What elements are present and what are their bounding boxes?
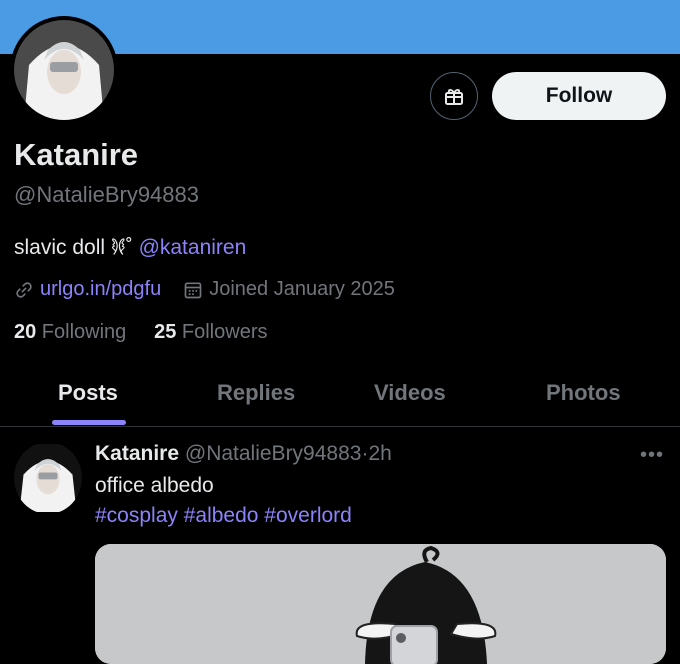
post-author-name[interactable]: Katanire xyxy=(95,442,179,465)
followers-label: Followers xyxy=(176,321,268,343)
profile-stats: 20 Following 25 Followers xyxy=(14,321,267,344)
joined-label: Joined January 2025 xyxy=(209,278,395,300)
post-avatar-image xyxy=(14,444,82,512)
following-link[interactable]: 20 Following xyxy=(14,321,126,343)
profile-tabs: Posts Replies Videos Photos xyxy=(0,360,680,427)
profile-website-link[interactable]: urlgo.in/pdgfu xyxy=(40,278,161,301)
bio-text: slavic doll 𐦍˚ xyxy=(14,236,139,259)
gift-button[interactable] xyxy=(430,72,478,120)
follow-button[interactable]: Follow xyxy=(492,72,666,120)
followers-link[interactable]: 25 Followers xyxy=(154,321,267,343)
profile-avatar[interactable] xyxy=(10,16,118,124)
tab-posts[interactable]: Posts xyxy=(58,380,118,406)
active-tab-indicator xyxy=(52,420,126,425)
post-media[interactable] xyxy=(95,544,666,664)
calendar-icon xyxy=(184,282,202,298)
post-avatar[interactable] xyxy=(14,442,82,514)
post-author-handle[interactable]: @NatalieBry94883 xyxy=(185,442,362,465)
profile-name: Katanire xyxy=(14,137,139,172)
post-header: Katanire @NatalieBry94883·2h xyxy=(95,442,392,466)
avatar-image xyxy=(14,20,114,120)
tab-replies[interactable]: Replies xyxy=(217,380,295,406)
more-icon[interactable]: ••• xyxy=(640,444,664,467)
post-text: office albedo xyxy=(95,474,214,497)
joined-date: Joined January 2025 xyxy=(183,278,395,301)
profile-meta: urlgo.in/pdgfu Joined January 2025 xyxy=(14,278,395,301)
following-label: Following xyxy=(36,321,127,343)
tab-photos[interactable]: Photos xyxy=(546,380,621,406)
post-hashtags[interactable]: #cosplay #albedo #overlord xyxy=(95,504,352,528)
profile-bio: slavic doll 𐦍˚ @kataniren xyxy=(14,235,246,263)
post-photo xyxy=(95,544,666,664)
followers-count: 25 xyxy=(154,321,177,343)
bio-mention-link[interactable]: @kataniren xyxy=(139,236,247,259)
following-count: 20 xyxy=(14,321,37,343)
post-time[interactable]: 2h xyxy=(368,442,391,465)
profile-handle: @NatalieBry94883 xyxy=(14,182,199,207)
gift-icon xyxy=(445,88,463,105)
tab-videos[interactable]: Videos xyxy=(374,380,446,406)
link-icon xyxy=(16,281,32,298)
